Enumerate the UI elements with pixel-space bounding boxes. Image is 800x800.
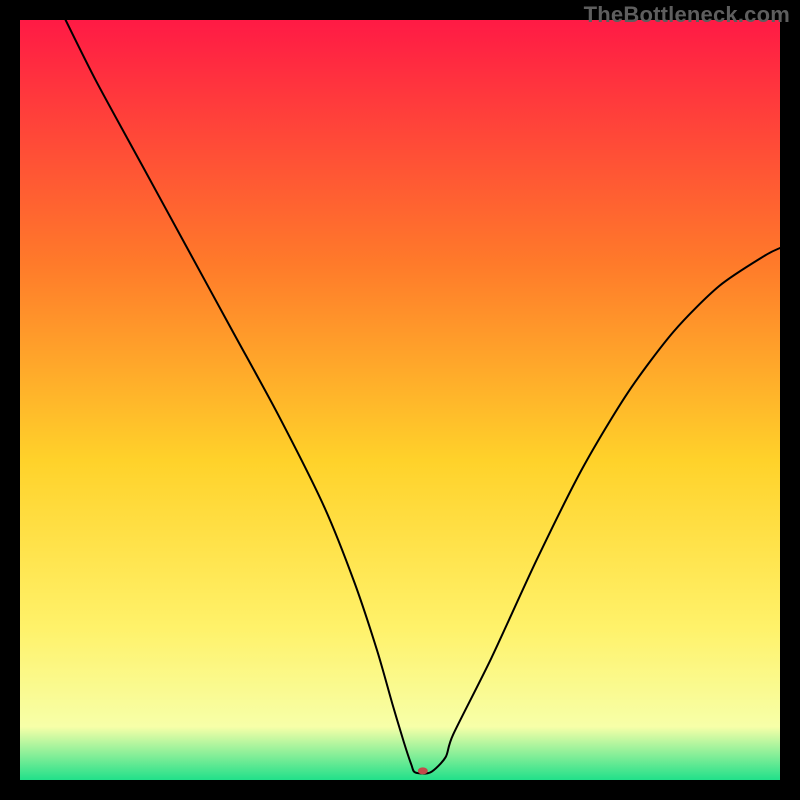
watermark-text: TheBottleneck.com — [584, 2, 790, 28]
chart-svg — [20, 20, 780, 780]
plot-area — [20, 20, 780, 780]
optimal-point-marker — [418, 767, 428, 774]
gradient-background — [20, 20, 780, 780]
chart-frame: TheBottleneck.com — [0, 0, 800, 800]
